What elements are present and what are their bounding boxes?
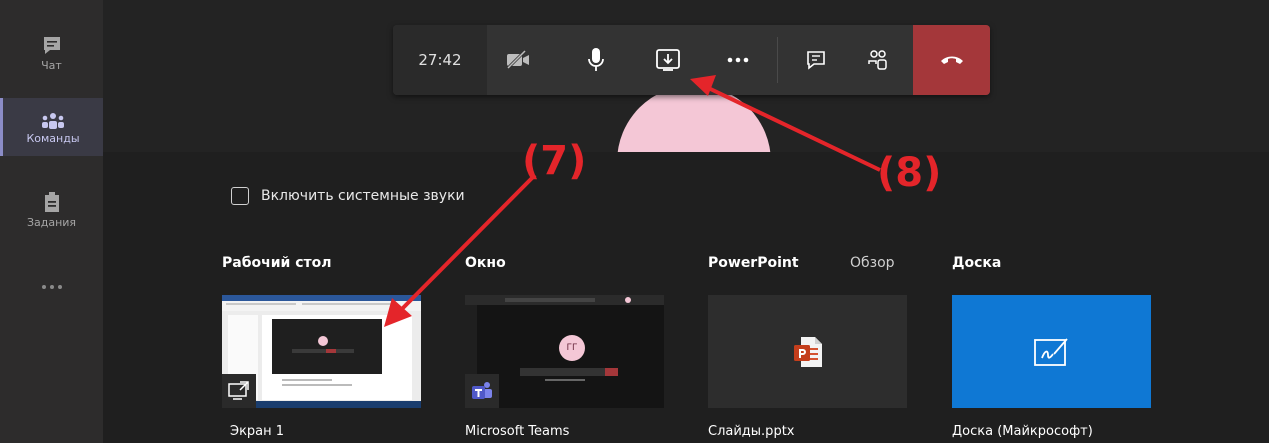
powerpoint-file-icon bbox=[793, 336, 822, 367]
browse-link[interactable]: Обзор bbox=[850, 255, 895, 271]
rail-label-chat: Чат bbox=[41, 59, 62, 72]
system-sounds-toggle[interactable]: Включить системные звуки bbox=[231, 187, 465, 205]
system-sounds-label: Включить системные звуки bbox=[261, 188, 465, 204]
hang-up-icon bbox=[940, 56, 963, 64]
rail-item-chat[interactable]: Чат bbox=[0, 35, 103, 72]
chat-icon bbox=[43, 37, 60, 54]
tile-caption-powerpoint: Слайды.pptx bbox=[708, 424, 795, 439]
rail-label-teams: Команды bbox=[26, 132, 80, 145]
participants-icon bbox=[868, 50, 887, 70]
microphone-button[interactable] bbox=[569, 25, 623, 95]
section-title-window: Окно bbox=[465, 255, 506, 271]
call-toolbar: 27:42 bbox=[393, 25, 990, 95]
assignments-icon bbox=[44, 192, 59, 212]
participants-button[interactable] bbox=[851, 25, 905, 95]
more-actions-button[interactable] bbox=[711, 25, 765, 95]
chat-button[interactable] bbox=[789, 25, 843, 95]
section-title-desktop: Рабочий стол bbox=[222, 255, 332, 271]
call-timer: 27:42 bbox=[393, 25, 487, 95]
rail-label-assignments: Задания bbox=[26, 216, 77, 229]
screen-share-icon bbox=[228, 381, 249, 400]
hang-up-button[interactable] bbox=[913, 25, 990, 95]
screen-share-badge bbox=[222, 374, 256, 408]
share-tile-desktop[interactable] bbox=[222, 295, 421, 408]
tile-caption-desktop: Экран 1 bbox=[230, 424, 285, 439]
camera-off-icon bbox=[506, 50, 529, 70]
rail-item-assignments[interactable]: Задания bbox=[0, 190, 103, 229]
camera-toggle-button[interactable] bbox=[491, 25, 545, 95]
tile-caption-whiteboard: Доска (Майкрософт) bbox=[952, 424, 1093, 439]
window-avatar-initials: ГГ bbox=[559, 335, 585, 361]
section-title-powerpoint: PowerPoint bbox=[708, 255, 799, 271]
share-tile-window[interactable]: ГГ bbox=[465, 295, 664, 408]
share-tile-powerpoint[interactable] bbox=[708, 295, 907, 408]
system-sounds-checkbox[interactable] bbox=[231, 187, 249, 205]
chat-icon bbox=[807, 51, 825, 70]
more-actions-icon bbox=[727, 57, 749, 63]
share-tile-whiteboard[interactable] bbox=[952, 295, 1151, 408]
microphone-icon bbox=[588, 48, 604, 71]
teams-app-badge bbox=[465, 374, 499, 408]
toolbar-divider bbox=[777, 37, 778, 83]
app-rail: Чат Команды Задания bbox=[0, 0, 103, 443]
teams-icon bbox=[42, 113, 64, 129]
whiteboard-icon bbox=[1033, 337, 1068, 366]
rail-item-teams[interactable]: Команды bbox=[0, 98, 103, 156]
share-tray-icon bbox=[656, 49, 680, 71]
section-title-board: Доска bbox=[952, 255, 1002, 271]
more-icon bbox=[41, 285, 62, 289]
annotation-label-8: (8) bbox=[877, 150, 942, 196]
share-content-button[interactable] bbox=[641, 25, 695, 95]
teams-logo-icon bbox=[472, 382, 492, 399]
tile-caption-window: Microsoft Teams bbox=[465, 424, 570, 439]
annotation-label-7: (7) bbox=[522, 138, 587, 184]
rail-item-more[interactable] bbox=[0, 284, 103, 290]
